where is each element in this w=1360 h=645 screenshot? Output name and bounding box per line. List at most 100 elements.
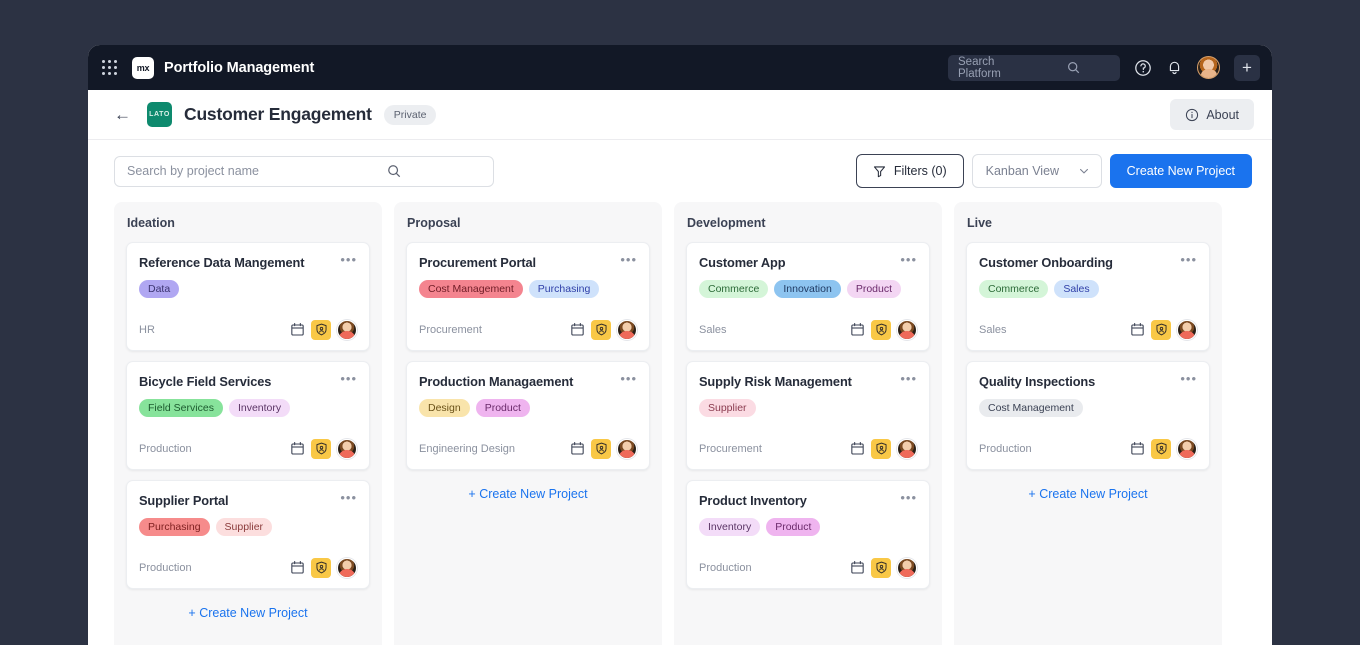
app-title: Portfolio Management [164,59,315,76]
toolbar-actions: Filters (0) Kanban View Create New Proje… [855,154,1252,188]
top-nav-actions: Search Platform + [948,54,1260,81]
project-card[interactable]: Production Managaement ••• Design Product En… [406,360,650,470]
card-assignee-avatar[interactable] [1177,438,1197,459]
add-icon[interactable]: + [1234,54,1260,81]
card-tag-list: Purchasing Supplier [139,517,357,536]
card-assignee-avatar[interactable] [337,557,357,578]
project-tag[interactable]: Commerce [979,279,1049,298]
card-overflow-menu-icon[interactable]: ••• [614,253,637,266]
card-assignee-avatar[interactable] [897,319,917,340]
calendar-icon[interactable] [850,441,865,456]
project-tag[interactable]: Product [475,398,530,417]
about-button[interactable]: About [1170,99,1254,130]
security-shield-icon[interactable] [591,438,611,459]
project-card[interactable]: Product Inventory ••• Inventory Product Prod… [686,479,930,589]
project-tag[interactable]: Purchasing [139,517,210,536]
add-project-link[interactable]: + Create New Project [966,480,1210,501]
card-assignee-avatar[interactable] [1177,319,1197,340]
security-shield-icon[interactable] [871,438,891,459]
security-shield-icon[interactable] [1151,319,1171,340]
project-tag[interactable]: Cost Management [419,279,523,298]
card-tag-list: Inventory Product [699,517,917,536]
project-card[interactable]: Supplier Portal ••• Purchasing Supplier Prod… [126,479,370,589]
card-assignee-avatar[interactable] [617,319,637,340]
create-new-project-button[interactable]: Create New Project [1109,154,1252,188]
calendar-icon[interactable] [850,322,865,337]
project-tag[interactable]: Inventory [228,398,291,417]
card-assignee-avatar[interactable] [897,557,917,578]
kanban-column: Ideation Reference Data Mangement ••• Data H… [114,202,382,645]
security-shield-icon[interactable] [591,319,611,340]
card-assignee-avatar[interactable] [337,319,357,340]
platform-search-input[interactable]: Search Platform [948,54,1120,81]
notifications-bell-icon[interactable] [1166,59,1183,76]
security-shield-icon[interactable] [1151,438,1171,459]
apps-grid-icon[interactable] [102,59,118,76]
card-overflow-menu-icon[interactable]: ••• [334,491,357,504]
project-card[interactable]: Procurement Portal ••• Cost Management Purc… [406,242,650,351]
project-card[interactable]: Bicycle Field Services ••• Field Services I… [126,360,370,470]
kanban-column: Live Customer Onboarding ••• Commerce Sales S… [954,202,1222,645]
project-tag[interactable]: Cost Management [979,398,1083,417]
project-tag[interactable]: Inventory [699,517,761,536]
card-overflow-menu-icon[interactable]: ••• [614,372,637,385]
project-tag[interactable]: Field Services [139,398,223,417]
project-tag[interactable]: Supplier [699,398,756,417]
security-shield-icon[interactable] [871,557,891,578]
card-assignee-avatar[interactable] [617,438,637,459]
card-overflow-menu-icon[interactable]: ••• [334,372,357,385]
filters-button[interactable]: Filters (0) [855,154,964,188]
project-tag[interactable]: Product [766,517,821,536]
project-card[interactable]: Supply Risk Management ••• Supplier Procure… [686,360,930,470]
security-shield-icon[interactable] [871,319,891,340]
calendar-icon[interactable] [290,441,305,456]
card-assignee-avatar[interactable] [337,438,357,459]
calendar-icon[interactable] [850,560,865,575]
security-shield-icon[interactable] [311,319,331,340]
back-arrow-icon[interactable]: ← [114,106,131,123]
card-overflow-menu-icon[interactable]: ••• [1174,253,1197,266]
view-mode-select[interactable]: Kanban View [971,154,1102,188]
card-assignee-avatar[interactable] [897,438,917,459]
search-input[interactable]: Search by project name [114,155,494,187]
project-card[interactable]: Quality Inspections ••• Cost Management Pro… [966,360,1210,470]
project-card-title: Supplier Portal [139,492,229,508]
card-overflow-menu-icon[interactable]: ••• [894,372,917,385]
help-icon[interactable] [1134,59,1152,77]
project-tag[interactable]: Product [846,279,901,298]
security-shield-icon[interactable] [311,557,331,578]
project-card[interactable]: Customer App ••• Commerce Innovation Product… [686,242,930,351]
card-header: Customer Onboarding ••• [979,253,1197,271]
calendar-icon[interactable] [290,560,305,575]
card-overflow-menu-icon[interactable]: ••• [1174,372,1197,385]
top-navigation-bar: mx Portfolio Management Search Platform [88,45,1272,90]
add-project-link[interactable]: + Create New Project [126,599,370,620]
project-card-title: Bicycle Field Services [139,373,272,389]
project-tag[interactable]: Purchasing [528,279,600,298]
project-tag[interactable]: Data [139,279,180,298]
card-overflow-menu-icon[interactable]: ••• [894,491,917,504]
card-overflow-menu-icon[interactable]: ••• [334,253,357,266]
project-tag[interactable]: Supplier [215,517,273,536]
card-footer-icons [1130,438,1197,459]
calendar-icon[interactable] [290,322,305,337]
card-footer: Production [699,557,917,578]
card-overflow-menu-icon[interactable]: ••• [894,253,917,266]
project-tag[interactable]: Commerce [699,279,769,298]
project-tag[interactable]: Design [419,398,470,417]
project-card[interactable]: Reference Data Mangement ••• Data HR [126,242,370,351]
add-project-link[interactable]: + Create New Project [406,480,650,501]
project-tag[interactable]: Sales [1054,279,1099,298]
card-footer: Procurement [699,438,917,459]
calendar-icon[interactable] [570,322,585,337]
calendar-icon[interactable] [1130,441,1145,456]
project-card[interactable]: Customer Onboarding ••• Commerce Sales Sales [966,242,1210,351]
calendar-icon[interactable] [570,441,585,456]
project-tag[interactable]: Innovation [774,279,841,298]
security-shield-icon[interactable] [311,438,331,459]
card-header: Procurement Portal ••• [419,253,637,271]
project-card-title: Customer App [699,255,786,270]
user-avatar[interactable] [1197,56,1220,79]
calendar-icon[interactable] [1130,322,1145,337]
card-department: Sales [699,323,727,336]
